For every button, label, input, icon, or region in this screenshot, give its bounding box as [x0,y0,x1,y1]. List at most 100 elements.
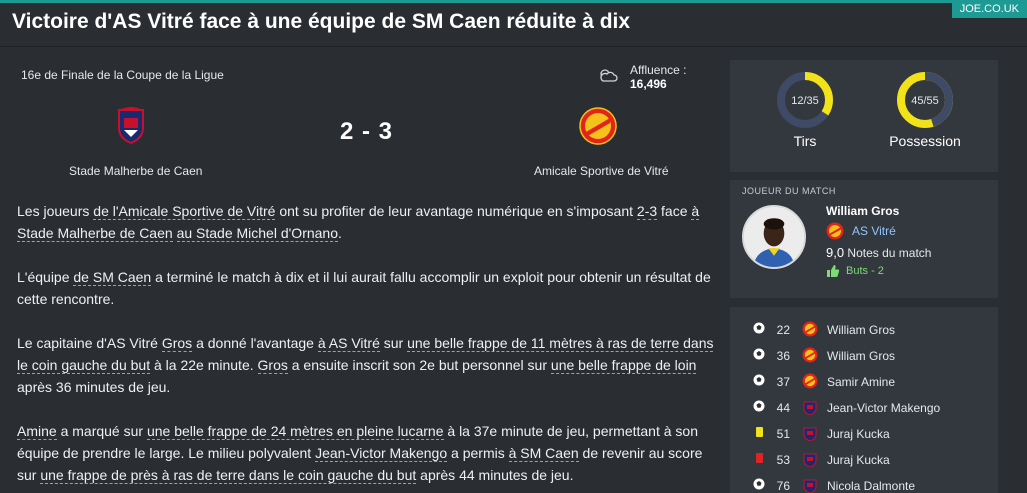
rating-label: Notes du match [847,246,932,260]
event-row[interactable]: 53 Juraj Kucka [730,446,998,472]
possession-value: 45/55 [911,95,939,107]
event-player[interactable]: William Gros [827,323,895,337]
potm-rating: 9,0 Notes du match [826,245,931,260]
event-minute: 76 [776,479,790,493]
text: à la 22e minute. [150,357,258,373]
team-link[interactable]: de SM Caen [73,269,152,286]
player-photo [744,207,804,267]
event-row[interactable]: 22 William Gros [730,316,998,342]
text: après 44 minutes de jeu. [416,467,574,483]
text: ont su profiter de leur avantage numériq… [275,203,637,219]
possession-label: Possession [889,133,961,149]
event-player[interactable]: Nicola Dalmonte [827,479,915,493]
event-player[interactable]: Samir Amine [827,375,895,389]
ball-icon [753,348,765,360]
away-team-name[interactable]: Amicale Sportive de Vitré [534,164,669,178]
caen-crest-icon [803,479,817,493]
text: a marqué sur [56,423,147,439]
goal-description-link[interactable]: une frappe de près à ras de terre dans l… [40,467,417,484]
competition-name: 16e de Finale de la Coupe de la Ligue [21,68,224,82]
text: après 36 minutes de jeu. [17,379,171,395]
text: a permis [447,445,509,461]
text: sur [379,335,408,351]
potm-goals: Buts - 2 [846,265,884,277]
text: face [657,203,692,219]
match-report: Les joueurs de l'Amicale Sportive de Vit… [17,200,717,493]
player-link[interactable]: Gros [161,335,193,352]
text: L'équipe [17,269,74,285]
potm-title: JOUEUR DU MATCH [742,186,836,196]
goal-description-link[interactable]: une belle frappe de loin [550,357,697,374]
event-player[interactable]: Jean-Victor Makengo [827,401,940,415]
attendance-label: Affluence : [630,63,687,77]
text: a donné l'avantage [192,335,318,351]
vitre-crest-icon [802,347,818,363]
team-link[interactable]: de l'Amicale Sportive de Vitré [93,203,276,220]
vitre-crest-icon [802,373,818,389]
report-paragraph: Le capitaine d'AS Vitré Gros a donné l'a… [17,332,717,398]
team-link[interactable]: à AS Vitré [317,335,380,352]
stadium-link[interactable]: au Stade Michel d'Ornano [176,225,338,242]
event-row[interactable]: 44 Jean-Victor Makengo [730,394,998,420]
event-row[interactable]: 76 Nicola Dalmonte [730,472,998,493]
avatar[interactable] [742,205,806,269]
caen-crest-icon [803,401,817,415]
red-card-icon [756,453,763,463]
home-team-name[interactable]: Stade Malherbe de Caen [69,164,202,178]
event-player[interactable]: Juraj Kucka [827,453,890,467]
potm-player-name[interactable]: William Gros [826,204,899,218]
ball-icon [753,400,765,412]
vitre-crest-icon [826,222,844,240]
event-row[interactable]: 36 William Gros [730,342,998,368]
caen-crest-icon [803,427,817,441]
cloudy-weather-icon [600,69,618,82]
text: . [338,225,342,241]
text: Les joueurs [17,203,94,219]
event-player[interactable]: Juraj Kucka [827,427,890,441]
event-minute: 36 [776,349,790,363]
top-accent-bar [0,0,1027,3]
stats-card: 12/35 Tirs 45/55 Possession [730,60,998,172]
event-row[interactable]: 37 Samir Amine [730,368,998,394]
rating-value: 9,0 [826,245,845,260]
caen-crest-icon [803,453,817,467]
caen-crest-icon[interactable] [116,104,146,144]
ball-icon [753,374,765,386]
ball-icon [753,322,765,334]
team-link[interactable]: à SM Caen [508,445,579,462]
event-minute: 44 [776,401,790,415]
report-paragraph: Les joueurs de l'Amicale Sportive de Vit… [17,200,717,244]
vitre-crest-icon[interactable] [579,107,617,145]
report-paragraph: L'équipe de SM Caen a terminé le match à… [17,266,717,310]
event-row[interactable]: 51 Juraj Kucka [730,420,998,446]
match-events-list: 22 William Gros 36 William Gros 37 Samir Amin… [730,307,998,493]
ball-icon [753,478,765,490]
text: Le capitaine d'AS Vitré [17,335,162,351]
event-player[interactable]: William Gros [827,349,895,363]
divider [0,46,1027,47]
player-of-the-match-card[interactable]: JOUEUR DU MATCH William Gros AS Vitré 9,… [730,180,998,298]
potm-club-link[interactable]: AS Vitré [852,224,896,238]
thumbs-up-icon [827,265,840,277]
player-link[interactable]: Gros [257,357,288,374]
score-link[interactable]: 2-3 [636,203,658,220]
yellow-card-icon [756,427,763,437]
player-link[interactable]: Jean-Victor Makengo [315,445,448,462]
match-score: 2 - 3 [340,118,394,145]
shots-label: Tirs [793,133,817,149]
event-minute: 37 [776,375,790,389]
vitre-crest-icon [802,321,818,337]
page-title: Victoire d'AS Vitré face à une équipe de… [12,10,631,33]
attendance-value: 16,496 [630,77,667,91]
event-minute: 22 [776,323,790,337]
event-minute: 53 [776,453,790,467]
goal-description-link[interactable]: une belle frappe de 24 mètres en pleine … [146,423,444,440]
match-panel: 16e de Finale de la Coupe de la Ligue Af… [0,52,720,493]
event-minute: 51 [776,427,790,441]
text: a ensuite inscrit son 2e but personnel s… [287,357,551,373]
scrollbar-track[interactable] [1008,52,1027,493]
report-paragraph: Amine a marqué sur une belle frappe de 2… [17,420,717,486]
shots-value: 12/35 [791,95,819,107]
source-tag[interactable]: JOE.CO.UK [951,0,1027,18]
player-link[interactable]: Amine [17,423,57,440]
